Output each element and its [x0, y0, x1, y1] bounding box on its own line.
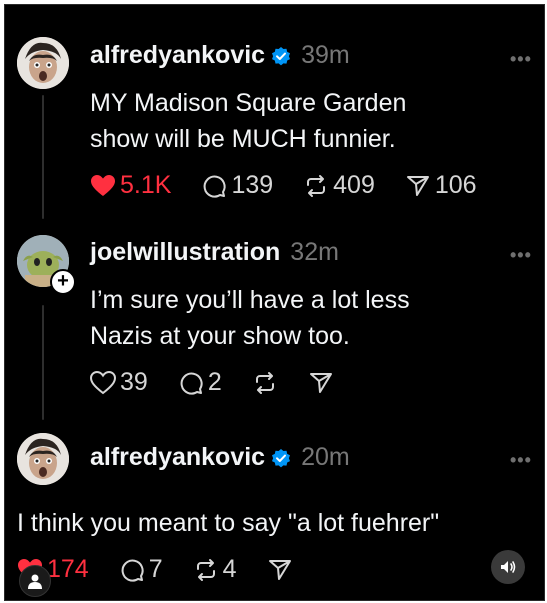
- reply-button[interactable]: 2: [178, 368, 222, 397]
- more-options-button[interactable]: •••: [510, 245, 532, 266]
- post-username[interactable]: joelwillustration 32m: [90, 238, 339, 267]
- username-text[interactable]: alfredyankovic: [90, 443, 265, 472]
- comment-icon: [121, 559, 144, 582]
- heart-filled-icon: [91, 174, 115, 196]
- thread-connector-line: [42, 305, 44, 420]
- threads-feed: alfredyankovic 39m ••• MY Madison Square…: [4, 4, 545, 601]
- speaker-icon[interactable]: [491, 550, 525, 584]
- post-username[interactable]: alfredyankovic 39m: [90, 41, 350, 70]
- repost-icon: [307, 174, 326, 197]
- follow-plus-icon[interactable]: +: [50, 269, 76, 295]
- repost-button[interactable]: 409: [303, 171, 375, 200]
- like-count: 5.1K: [120, 171, 172, 199]
- send-icon: [309, 372, 332, 393]
- post-actions: 5.1K 139 409 106: [90, 171, 507, 200]
- reply-button[interactable]: 139: [201, 171, 273, 200]
- repost-count: 409: [333, 171, 375, 199]
- more-options-button[interactable]: •••: [510, 49, 532, 70]
- like-count: 174: [47, 555, 89, 583]
- post-actions: 39 2: [90, 368, 364, 397]
- avatar-alfredyankovic[interactable]: [17, 433, 69, 485]
- send-icon: [406, 175, 429, 196]
- reply-count: 7: [148, 555, 163, 583]
- post-text-line: MY Madison Square Garden: [90, 89, 407, 117]
- post-text-line: I think you meant to say "a lot fuehrer": [17, 509, 440, 537]
- comment-icon: [204, 175, 227, 198]
- send-icon: [268, 559, 291, 580]
- share-button[interactable]: [308, 370, 334, 396]
- like-button[interactable]: 39: [90, 368, 148, 397]
- reply-button[interactable]: 7: [119, 555, 163, 584]
- username-text[interactable]: alfredyankovic: [90, 41, 265, 70]
- share-button[interactable]: 106: [405, 171, 477, 200]
- post-text-line: I’m sure you’ll have a lot less: [90, 286, 410, 314]
- post-actions: 174 7 4: [17, 555, 323, 584]
- repost-count: 4: [222, 555, 237, 583]
- post-text-line: show will be MUCH funnier.: [90, 125, 396, 153]
- post-timestamp: 32m: [290, 238, 339, 266]
- more-options-button[interactable]: •••: [510, 450, 532, 471]
- comment-icon: [180, 372, 203, 395]
- post-timestamp: 20m: [301, 443, 350, 471]
- post-text-line: Nazis at your show too.: [90, 322, 350, 350]
- reply-count: 139: [231, 171, 274, 199]
- repost-icon: [255, 371, 274, 394]
- repost-button[interactable]: [252, 370, 278, 396]
- repost-icon: [196, 558, 215, 581]
- verified-badge-icon: [272, 46, 291, 65]
- reply-count: 2: [207, 368, 222, 396]
- share-button[interactable]: [267, 557, 293, 583]
- heart-outline-icon: [90, 370, 116, 394]
- post-timestamp: 39m: [301, 41, 350, 69]
- like-button[interactable]: 5.1K: [90, 171, 171, 200]
- share-count: 106: [434, 171, 477, 199]
- avatar-alfredyankovic[interactable]: [17, 37, 69, 89]
- username-text[interactable]: joelwillustration: [90, 238, 280, 267]
- verified-badge-icon: [272, 448, 291, 467]
- repost-button[interactable]: 4: [193, 555, 237, 584]
- like-count: 39: [120, 368, 148, 396]
- thread-connector-line: [42, 95, 44, 219]
- profile-icon[interactable]: [19, 565, 51, 597]
- post-username[interactable]: alfredyankovic 20m: [90, 443, 350, 472]
